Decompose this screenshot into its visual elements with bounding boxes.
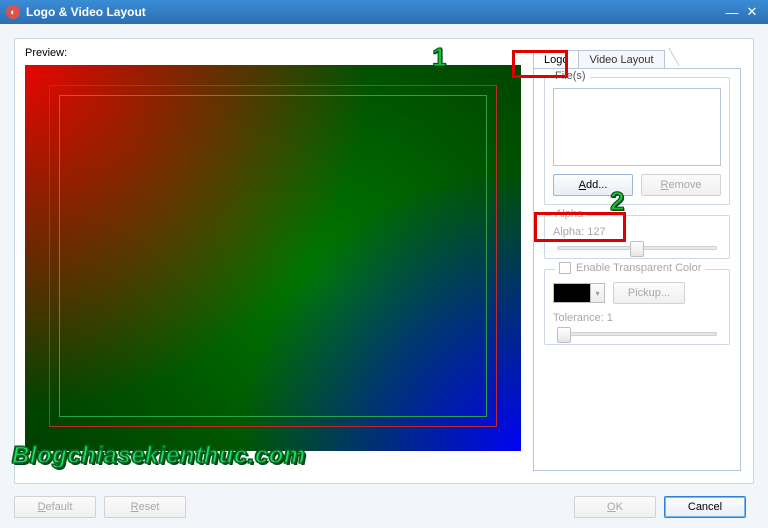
- tab-content-logo: File(s) Add... Remove Alpha Alpha: 127: [533, 68, 741, 471]
- dialog-buttons: Default Reset OK Cancel: [14, 496, 754, 518]
- client-area: Preview: Logo Video Layout File(s) Add..…: [0, 24, 768, 528]
- app-icon: ◐: [6, 5, 20, 19]
- titlebar: ◐ Logo & Video Layout — ✕: [0, 0, 768, 24]
- add-button[interactable]: Add...: [553, 174, 633, 196]
- alpha-slider: [553, 246, 721, 250]
- enable-transparent-checkbox[interactable]: [559, 262, 571, 274]
- color-dropdown-icon: ▾: [590, 284, 604, 302]
- cancel-button[interactable]: Cancel: [664, 496, 746, 518]
- alpha-group: Alpha Alpha: 127: [544, 215, 730, 259]
- files-group-title: File(s): [551, 70, 590, 82]
- close-button[interactable]: ✕: [742, 4, 762, 20]
- alpha-value-label: Alpha: 127: [553, 226, 721, 238]
- remove-button: Remove: [641, 174, 721, 196]
- ok-button: OK: [574, 496, 656, 518]
- transparent-color-swatch: ▾: [553, 283, 605, 303]
- files-group: File(s) Add... Remove: [544, 77, 730, 205]
- alpha-slider-thumb: [630, 241, 644, 257]
- minimize-button[interactable]: —: [722, 5, 742, 20]
- window-title: Logo & Video Layout: [26, 5, 722, 19]
- default-button: Default: [14, 496, 96, 518]
- tabstrip: Logo Video Layout: [533, 47, 679, 69]
- files-listbox[interactable]: [553, 88, 721, 166]
- tab-video-layout[interactable]: Video Layout: [579, 50, 664, 69]
- alpha-group-title: Alpha: [551, 208, 587, 220]
- inner-panel: Preview: Logo Video Layout File(s) Add..…: [14, 38, 754, 484]
- pickup-button: Pickup...: [613, 282, 685, 304]
- tab-diagonal-edge: [665, 48, 679, 69]
- transparent-group: Enable Transparent Color ▾ Pickup... Tol…: [544, 269, 730, 345]
- tab-logo[interactable]: Logo: [533, 50, 579, 69]
- enable-transparent-label: Enable Transparent Color: [576, 262, 701, 274]
- reset-button: Reset: [104, 496, 186, 518]
- tolerance-label: Tolerance: 1: [553, 312, 721, 324]
- alpha-slider-track: [557, 246, 717, 250]
- tolerance-slider-track: [557, 332, 717, 336]
- preview-frame-inner: [59, 95, 487, 417]
- preview-canvas: [25, 65, 521, 451]
- window: ◐ Logo & Video Layout — ✕ Preview: Logo …: [0, 0, 768, 528]
- tolerance-slider-thumb: [557, 327, 571, 343]
- preview-label: Preview:: [25, 47, 67, 59]
- preview-area: [25, 65, 521, 451]
- tolerance-slider: [553, 332, 721, 336]
